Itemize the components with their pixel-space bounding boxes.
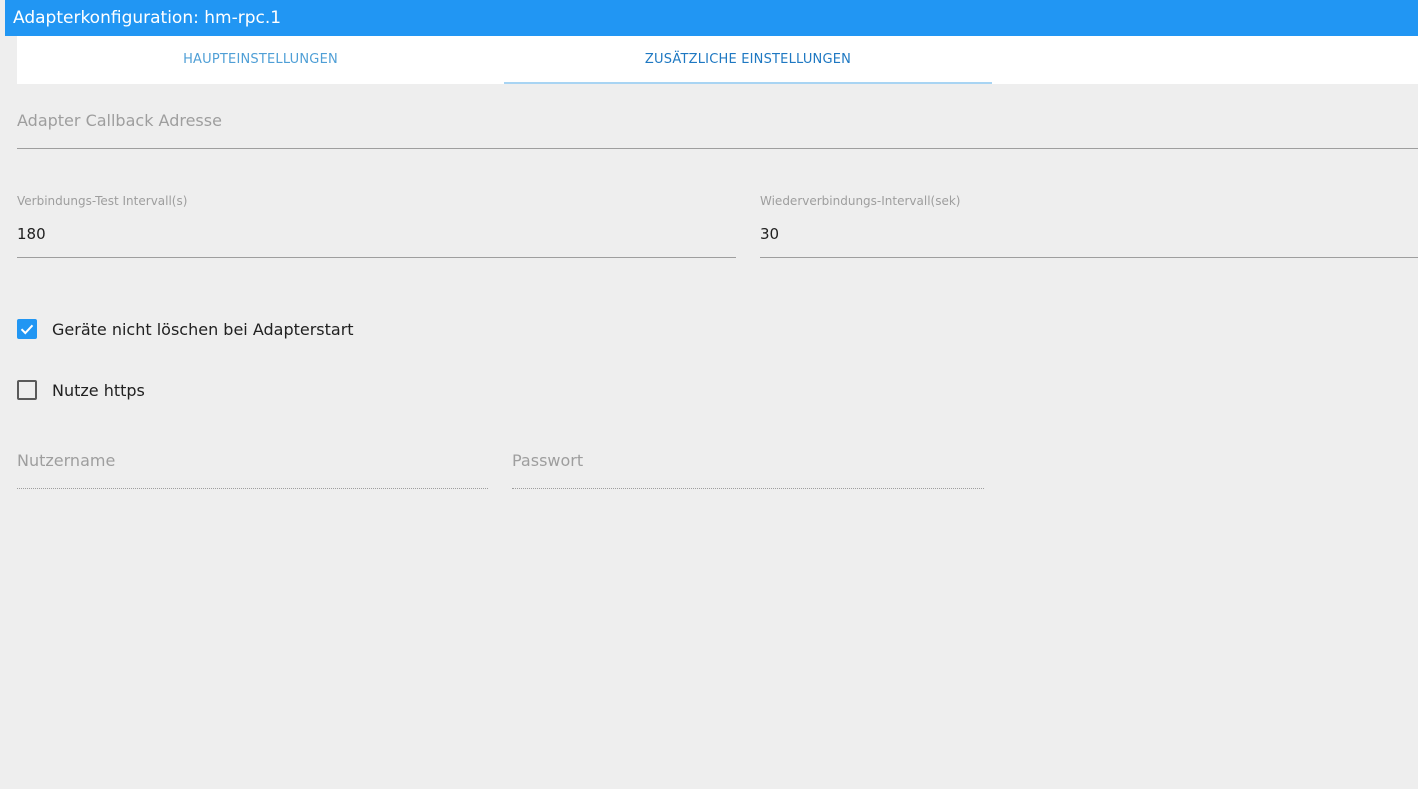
connection-test-interval-underline [17,257,736,258]
reconnect-interval-value: 30 [760,225,780,243]
reconnect-interval-label: Wiederverbindungs-Intervall(sek) [760,194,961,208]
use-https-checkbox[interactable] [17,380,37,400]
connection-test-interval-label: Verbindungs-Test Intervall(s) [17,194,188,208]
use-https-option[interactable]: Nutze https [17,380,177,402]
username-underline [17,488,488,489]
dont-delete-devices-checkbox[interactable] [17,319,37,339]
tab-additional-settings[interactable]: ZUSÄTZLICHE EINSTELLUNGEN [504,36,992,84]
tab-main-settings[interactable]: HAUPTEINSTELLUNGEN [17,36,504,84]
password-underline [512,488,984,489]
reconnect-interval-underline [760,257,1418,258]
username-placeholder: Nutzername [17,451,116,470]
reconnect-interval-field[interactable]: Wiederverbindungs-Intervall(sek) 30 [760,194,1418,260]
callback-address-field[interactable]: Adapter Callback Adresse [17,100,1418,150]
password-placeholder: Passwort [512,451,584,470]
username-field[interactable]: Nutzername [17,440,488,490]
window-title: Adapterkonfiguration: hm-rpc.1 [5,0,1418,36]
callback-address-placeholder: Adapter Callback Adresse [17,111,222,130]
connection-test-interval-field[interactable]: Verbindungs-Test Intervall(s) 180 [17,194,736,260]
dont-delete-devices-option[interactable]: Geräte nicht löschen bei Adapterstart [17,319,377,341]
password-field[interactable]: Passwort [512,440,984,490]
callback-address-underline [17,148,1418,149]
check-icon [20,324,34,335]
dont-delete-devices-label: Geräte nicht löschen bei Adapterstart [52,320,354,339]
active-tab-indicator [504,82,992,84]
use-https-label: Nutze https [52,381,145,400]
tab-bar: HAUPTEINSTELLUNGEN ZUSÄTZLICHE EINSTELLU… [17,36,1418,84]
connection-test-interval-value: 180 [17,225,46,243]
